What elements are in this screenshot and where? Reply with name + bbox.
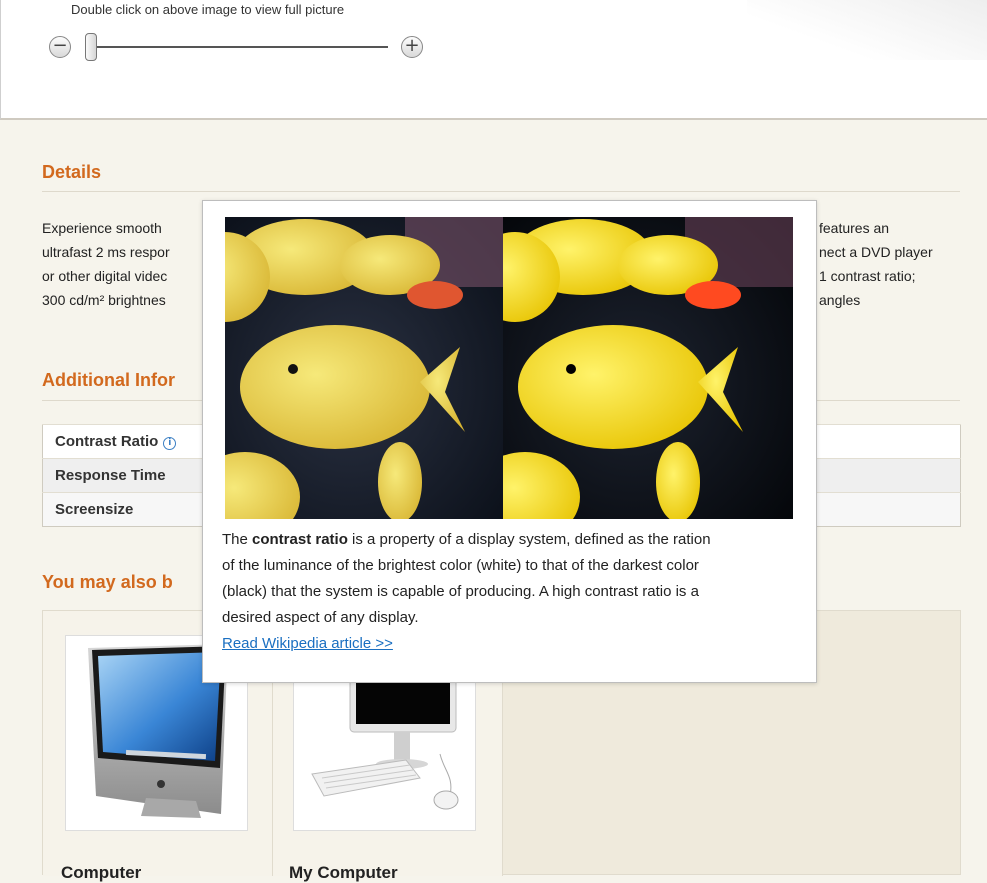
tooltip-description: The contrast ratio is a property of a di… [222, 527, 802, 657]
tooltip-line: The contrast ratio is a property of a di… [222, 527, 802, 553]
contrast-ratio-tooltip: The contrast ratio is a property of a di… [202, 200, 817, 683]
details-line: features an [819, 220, 890, 236]
zoom-slider-track[interactable] [93, 46, 388, 48]
attribute-label-text: Contrast Ratio [55, 433, 159, 450]
details-line: angles [819, 292, 861, 308]
details-divider [42, 191, 960, 192]
product-name[interactable]: My Computer [289, 863, 398, 883]
zoom-out-button[interactable]: − [49, 36, 71, 58]
wikipedia-link[interactable]: Read Wikipedia article >> [222, 635, 393, 652]
fish-contrast-image [225, 217, 793, 519]
tooltip-text-fragment: The [222, 531, 253, 548]
product-name[interactable]: Computer [61, 863, 141, 883]
details-description-right: features an nect a DVD player 1 contrast… [819, 216, 969, 312]
details-line: nect a DVD player [819, 244, 933, 260]
tooltip-line: (black) that the system is capable of pr… [222, 583, 699, 600]
details-line: 1 contrast ratio; [819, 268, 916, 284]
additional-info-heading: Additional Infor [42, 370, 175, 390]
image-zoom-panel: Double click on above image to view full… [0, 0, 987, 120]
upsell-heading: You may also b [42, 572, 173, 592]
tooltip-line: desired aspect of any display. [222, 609, 419, 626]
zoom-in-button[interactable]: + [401, 36, 423, 58]
info-icon[interactable]: i [163, 437, 177, 450]
fish-comparison-icon [225, 217, 793, 519]
tooltip-term: contrast ratio [252, 531, 348, 548]
zoom-hint-text: Double click on above image to view full… [71, 2, 345, 17]
zoom-slider-handle[interactable] [85, 33, 97, 61]
tooltip-line: of the luminance of the brightest color … [222, 557, 699, 574]
details-heading: Details [42, 162, 102, 182]
tooltip-text-fragment: is a property of a display system, defin… [347, 531, 711, 548]
